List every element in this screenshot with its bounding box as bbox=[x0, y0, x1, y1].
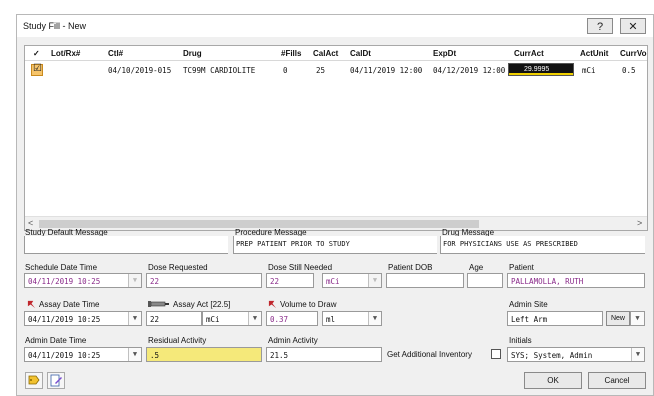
initials-dropdown-icon[interactable]: ▼ bbox=[631, 348, 644, 361]
ok-button[interactable]: OK bbox=[524, 372, 582, 389]
admin-site-label: Admin Site bbox=[509, 300, 548, 309]
assay-act-label: Assay Act [22.5] bbox=[173, 300, 231, 309]
col-ctl[interactable]: Ctl# bbox=[108, 49, 123, 58]
col-fills[interactable]: #Fills bbox=[281, 49, 301, 58]
admin-site-dropdown[interactable]: ▼ bbox=[630, 311, 645, 326]
cell-drug: TC99M CARDIOLITE bbox=[183, 66, 256, 75]
inventory-label: Get Additional Inventory bbox=[387, 350, 472, 359]
horizontal-scrollbar[interactable]: < > bbox=[25, 216, 647, 230]
admin-dt-label: Admin Date Time bbox=[25, 336, 87, 345]
schedule-dropdown-icon: ▼ bbox=[128, 274, 141, 287]
close-icon[interactable]: ✕ bbox=[620, 18, 646, 34]
col-check[interactable]: ✓ bbox=[33, 49, 40, 58]
drug-message: FOR PHYSICIANS USE AS PRESCRIBED bbox=[440, 236, 645, 254]
col-caldt[interactable]: CalDt bbox=[350, 49, 371, 58]
cell-curract: 29.9995 bbox=[508, 63, 574, 76]
table-row[interactable]: ☑ 04/10/2019-015 TC99M CARDIOLITE 0 25 0… bbox=[25, 62, 647, 79]
col-actunit[interactable]: ActUnit bbox=[580, 49, 608, 58]
assay-dt-label: Assay Date Time bbox=[39, 300, 100, 309]
document-edit-icon bbox=[50, 374, 62, 387]
dob-field bbox=[386, 273, 464, 288]
admin-site-dropdown-icon[interactable]: ▼ bbox=[631, 312, 644, 325]
dose-still-field: 22 bbox=[266, 273, 314, 288]
residual-activity-field[interactable]: .5 bbox=[146, 347, 262, 362]
syringe-icon bbox=[148, 301, 169, 307]
col-calact[interactable]: CalAct bbox=[313, 49, 338, 58]
fills-grid: ✓ Lot/Rx# Ctl# Drug #Fills CalAct CalDt … bbox=[24, 45, 648, 231]
assay-act-unit[interactable]: mCi ▼ bbox=[202, 311, 262, 326]
admin-activity-field[interactable]: 21.5 bbox=[266, 347, 382, 362]
study-fill-window: Study Fill - New ? ✕ ✓ Lot/Rx# Ctl# Drug… bbox=[16, 14, 654, 396]
dose-still-unit: mCi ▼ bbox=[322, 273, 382, 288]
col-currvol[interactable]: CurrVol bbox=[620, 49, 647, 58]
admin-activity-label: Admin Activity bbox=[268, 336, 318, 345]
residual-label: Residual Activity bbox=[148, 336, 207, 345]
cell-caldt: 04/11/2019 12:00 bbox=[350, 66, 423, 75]
study-default-message bbox=[24, 236, 228, 254]
inventory-checkbox[interactable] bbox=[491, 349, 501, 359]
admin-site-new-button[interactable]: New bbox=[606, 311, 630, 326]
assay-act-field[interactable]: 22 bbox=[146, 311, 202, 326]
dose-still-label: Dose Still Needed bbox=[268, 263, 333, 272]
tool-button-2[interactable] bbox=[47, 372, 65, 389]
patient-label: Patient bbox=[509, 263, 534, 272]
scroll-thumb[interactable] bbox=[39, 220, 479, 228]
pin-icon bbox=[268, 300, 277, 309]
col-expdt[interactable]: ExpDt bbox=[433, 49, 456, 58]
assay-unit-dropdown-icon[interactable]: ▼ bbox=[248, 312, 261, 325]
cell-ctl: 04/10/2019-015 bbox=[108, 66, 172, 75]
col-drug[interactable]: Drug bbox=[183, 49, 202, 58]
dose-unit-dropdown-icon: ▼ bbox=[368, 274, 381, 287]
schedule-datetime-field: 04/11/2019 10:25 ▼ bbox=[24, 273, 142, 288]
cancel-button[interactable]: Cancel bbox=[588, 372, 646, 389]
tool-button-1[interactable] bbox=[25, 372, 43, 389]
dob-label: Patient DOB bbox=[388, 263, 433, 272]
volume-unit-dropdown-icon[interactable]: ▼ bbox=[368, 312, 381, 325]
age-label: Age bbox=[469, 263, 484, 272]
cell-fills: 0 bbox=[283, 66, 288, 75]
initials-field[interactable]: SYS; System, Admin ▼ bbox=[507, 347, 645, 362]
cell-expdt: 04/12/2019 12:00 bbox=[433, 66, 506, 75]
admin-datetime-field[interactable]: 04/11/2019 10:25 ▼ bbox=[24, 347, 142, 362]
pin-icon bbox=[27, 300, 36, 309]
col-curract[interactable]: CurrAct bbox=[514, 49, 544, 58]
volume-label: Volume to Draw bbox=[280, 300, 337, 309]
scroll-left-icon[interactable]: < bbox=[28, 218, 33, 228]
dose-requested-label: Dose Requested bbox=[148, 263, 208, 272]
help-button[interactable]: ? bbox=[587, 18, 613, 34]
tag-icon bbox=[28, 375, 40, 385]
assay-datetime-field[interactable]: 04/11/2019 10:25 ▼ bbox=[24, 311, 142, 326]
col-lot[interactable]: Lot/Rx# bbox=[51, 49, 80, 58]
window-title: Study Fill - New bbox=[23, 21, 87, 31]
volume-field[interactable]: 0.37 bbox=[266, 311, 318, 326]
initials-label: Initials bbox=[509, 336, 532, 345]
title-bar: Study Fill - New ? ✕ bbox=[17, 15, 653, 37]
dose-requested-field: 22 bbox=[146, 273, 262, 288]
row-checkbox[interactable]: ☑ bbox=[31, 63, 43, 76]
cell-actunit: mCi bbox=[582, 66, 596, 75]
patient-field: PALLAMOLLA, RUTH bbox=[507, 273, 645, 288]
cell-currvol: 0.5 bbox=[622, 66, 636, 75]
admin-site-field[interactable]: Left Arm bbox=[507, 311, 603, 326]
assay-dt-dropdown-icon[interactable]: ▼ bbox=[128, 312, 141, 325]
grid-header: ✓ Lot/Rx# Ctl# Drug #Fills CalAct CalDt … bbox=[25, 46, 647, 61]
volume-unit[interactable]: ml ▼ bbox=[322, 311, 382, 326]
admin-dt-dropdown-icon[interactable]: ▼ bbox=[128, 348, 141, 361]
schedule-label: Schedule Date Time bbox=[25, 263, 98, 272]
procedure-message: PREP PATIENT PRIOR TO STUDY bbox=[233, 236, 437, 254]
scroll-right-icon[interactable]: > bbox=[637, 218, 642, 228]
cell-calact: 25 bbox=[316, 66, 326, 75]
age-field bbox=[467, 273, 503, 288]
